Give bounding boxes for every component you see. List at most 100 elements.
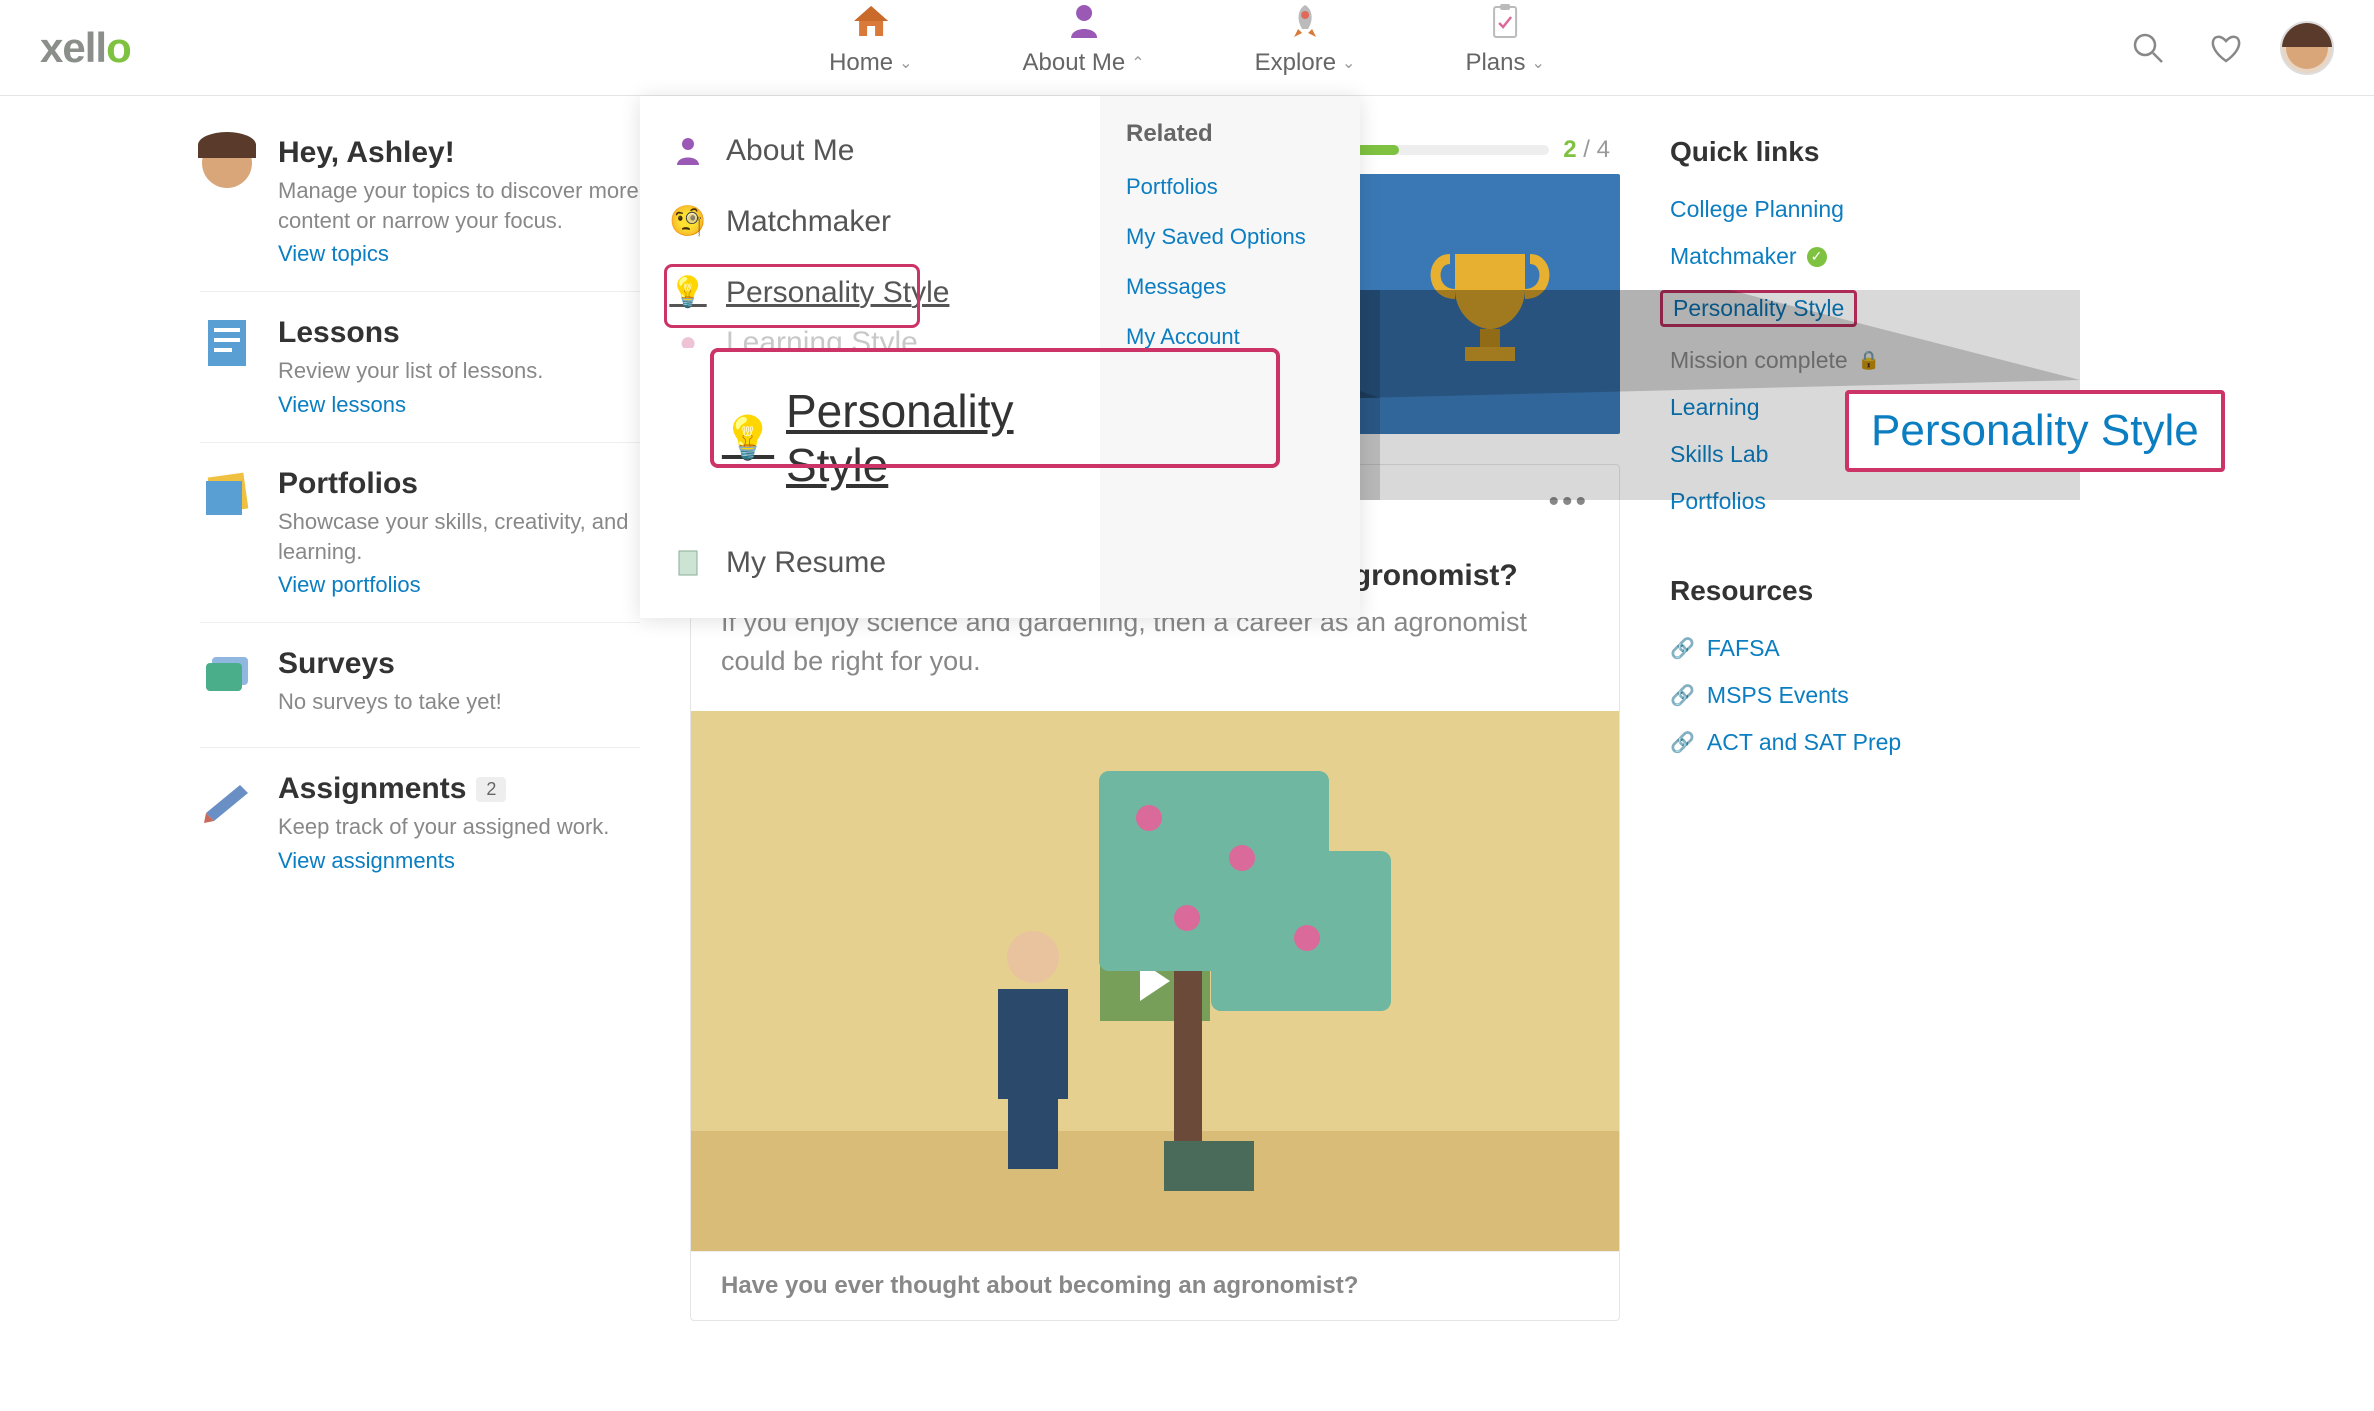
link-icon: 🔗 <box>1670 730 1695 755</box>
callout-label: Personality Style <box>1871 406 2199 455</box>
dropdown-label: Personality Style <box>726 276 949 310</box>
person-icon <box>670 137 706 165</box>
highlight-frame-quicklink: Personality Style <box>1660 290 1857 327</box>
search-button[interactable] <box>2124 24 2172 72</box>
assignments-desc: Keep track of your assigned work. <box>278 812 609 842</box>
feed-video[interactable] <box>691 711 1619 1251</box>
dropdown-related-panel: Related Portfolios My Saved Options Mess… <box>1100 96 1360 618</box>
surveys-block: Surveys No surveys to take yet! <box>200 623 640 748</box>
link-icon: 🔗 <box>1670 683 1695 708</box>
dropdown-label: Learning Style <box>726 328 918 348</box>
quicklink-portfolios[interactable]: Portfolios <box>1670 478 2090 525</box>
quick-links-heading: Quick links <box>1670 136 2090 168</box>
dropdown-item-learning[interactable]: ● Learning Style <box>640 328 1100 348</box>
nav-home-label: Home <box>829 49 893 77</box>
resource-label: MSPS Events <box>1707 682 1849 709</box>
top-nav: xello Home⌄ About Me⌃ Explore⌄ Plans⌄ <box>0 0 2374 96</box>
chevron-down-icon: ⌄ <box>1342 53 1355 73</box>
dropdown-item-resume[interactable]: My Resume <box>640 528 1100 598</box>
lessons-icon <box>200 316 254 370</box>
related-link-account[interactable]: My Account <box>1126 312 1334 362</box>
quicklink-label: Personality Style <box>1673 295 1844 322</box>
search-icon <box>2131 31 2165 65</box>
related-heading: Related <box>1126 120 1334 148</box>
goals-total: 4 <box>1597 136 1610 163</box>
quicklink-mission-complete: Mission complete 🔒 <box>1670 337 2090 384</box>
dropdown-item-personality-zoomed[interactable]: 💡 Personality Style <box>680 356 1100 520</box>
dropdown-item-about-me[interactable]: About Me <box>640 116 1100 186</box>
quicklink-personality-style[interactable]: Personality Style <box>1670 280 2090 337</box>
greeting-block: Hey, Ashley! Manage your topics to disco… <box>200 136 640 292</box>
nav-right-tools <box>2124 0 2334 95</box>
nav-plans[interactable]: Plans ⌄ <box>1465 1 1544 77</box>
left-column: Hey, Ashley! Manage your topics to disco… <box>200 136 640 1321</box>
related-link-saved-options[interactable]: My Saved Options <box>1126 212 1334 262</box>
portfolios-block: Portfolios Showcase your skills, creativ… <box>200 443 640 623</box>
trophy-icon <box>1420 234 1560 374</box>
about-me-dropdown: About Me 🧐 Matchmaker 💡 Personality Styl… <box>640 96 1360 618</box>
lessons-title: Lessons <box>278 316 543 350</box>
lessons-block: Lessons Review your list of lessons. Vie… <box>200 292 640 443</box>
assignments-title: Assignments 2 <box>278 772 609 806</box>
nav-about-me[interactable]: About Me⌃ <box>1023 1 1145 77</box>
resource-link-msps[interactable]: 🔗 MSPS Events <box>1670 672 2090 719</box>
main-nav: Home⌄ About Me⌃ Explore⌄ Plans⌄ <box>829 0 1545 95</box>
assignments-title-text: Assignments <box>278 772 466 806</box>
resource-label: ACT and SAT Prep <box>1707 729 1901 756</box>
chevron-down-icon: ⌄ <box>1532 53 1545 73</box>
quicklink-matchmaker[interactable]: Matchmaker ✓ <box>1670 233 2090 280</box>
dropdown-label: My Resume <box>726 546 886 580</box>
feed-footer: Have you ever thought about becoming an … <box>691 1251 1619 1320</box>
resource-link-fafsa[interactable]: 🔗 FAFSA <box>1670 625 2090 672</box>
dropdown-item-matchmaker[interactable]: 🧐 Matchmaker <box>640 186 1100 257</box>
portfolios-desc: Showcase your skills, creativity, and le… <box>278 507 640 566</box>
resource-label: FAFSA <box>1707 635 1780 662</box>
feed-more-button[interactable]: ••• <box>1548 485 1589 519</box>
surveys-desc: No surveys to take yet! <box>278 687 502 717</box>
chevron-up-icon: ⌃ <box>1131 53 1144 73</box>
quicklink-college-planning[interactable]: College Planning <box>1670 186 2090 233</box>
person-icon <box>1064 1 1104 41</box>
assignments-block: Assignments 2 Keep track of your assigne… <box>200 748 640 898</box>
nav-explore[interactable]: Explore⌄ <box>1255 1 1356 77</box>
lessons-desc: Review your list of lessons. <box>278 356 543 386</box>
person-illustration <box>988 931 1078 1161</box>
personality-style-callout: Personality Style <box>1845 390 2225 472</box>
dropdown-label: Matchmaker <box>726 205 891 239</box>
dropdown-main-list: About Me 🧐 Matchmaker 💡 Personality Styl… <box>640 96 1100 618</box>
portfolios-title: Portfolios <box>278 467 640 501</box>
favorites-button[interactable] <box>2202 24 2250 72</box>
dropdown-item-personality[interactable]: 💡 Personality Style <box>640 257 1100 328</box>
document-icon <box>670 549 706 577</box>
portfolios-icon <box>200 467 254 521</box>
brand-logo[interactable]: xello <box>40 0 131 95</box>
dropdown-label: About Me <box>726 134 854 168</box>
resources-section: Resources 🔗 FAFSA 🔗 MSPS Events 🔗 ACT an… <box>1670 575 2090 766</box>
resource-link-act-sat[interactable]: 🔗 ACT and SAT Prep <box>1670 719 2090 766</box>
view-assignments-link[interactable]: View assignments <box>278 848 609 874</box>
goals-progress-count: 2 / 4 <box>1563 136 1610 164</box>
user-avatar[interactable] <box>2280 21 2334 75</box>
lock-icon: 🔒 <box>1858 350 1880 371</box>
clipboard-icon <box>1485 1 1525 41</box>
goals-done: 2 <box>1563 136 1576 163</box>
check-icon: ✓ <box>1807 247 1827 267</box>
view-lessons-link[interactable]: View lessons <box>278 392 543 418</box>
nav-home[interactable]: Home⌄ <box>829 1 912 77</box>
rocket-icon <box>1285 1 1325 41</box>
related-link-messages[interactable]: Messages <box>1126 262 1334 312</box>
lightbulb-icon: 💡 <box>670 275 706 310</box>
view-topics-link[interactable]: View topics <box>278 241 640 267</box>
nav-plans-label: Plans <box>1465 49 1525 77</box>
assignments-icon <box>200 772 254 826</box>
related-link-portfolios[interactable]: Portfolios <box>1126 162 1334 212</box>
lightbulb-icon: 💡 <box>730 414 766 463</box>
video-illustration <box>691 711 1619 1251</box>
right-column: Quick links College Planning Matchmaker … <box>1670 136 2090 1321</box>
dropdown-zoom-label: Personality Style <box>786 384 1050 492</box>
view-portfolios-link[interactable]: View portfolios <box>278 572 640 598</box>
home-icon <box>851 1 891 41</box>
book-icon: ● <box>670 328 706 348</box>
assignments-count-badge: 2 <box>476 777 506 802</box>
user-avatar-small <box>200 136 254 190</box>
